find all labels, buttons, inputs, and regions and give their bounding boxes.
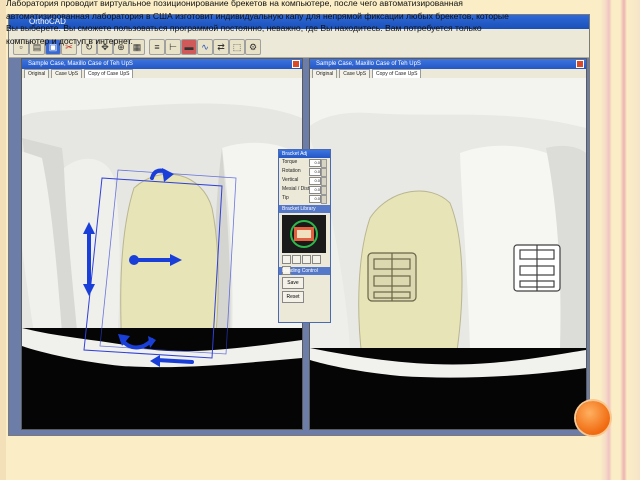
reset-button[interactable]: Reset [282, 291, 304, 303]
viewport-right[interactable]: Sample Case, Maxillo Case of Teh UpS Ori… [309, 58, 587, 430]
mesial-input[interactable]: 0.0 [309, 186, 321, 194]
mesial-row: Mesial / Distal 0.0 [279, 185, 330, 195]
tool-icon[interactable] [312, 255, 321, 264]
vertical-label: Vertical [282, 177, 299, 183]
slide-bullet-icon [576, 401, 610, 435]
torque-input[interactable]: 0.0 [309, 159, 321, 167]
torque-row: Torque 0.0 [279, 158, 330, 168]
close-icon[interactable] [292, 60, 300, 68]
close-icon[interactable] [576, 60, 584, 68]
bracket-adjust-panel: Bracket Adj Torque 0.0 Rotation 0.0 Vertic… [278, 149, 331, 323]
rotation-row: Rotation 0.0 [279, 167, 330, 177]
tooth-scene-right[interactable] [310, 78, 586, 429]
tool-icon[interactable] [282, 255, 291, 264]
decorative-left-stripe [0, 0, 6, 480]
library-icons [279, 255, 330, 275]
rotation-input[interactable]: 0.0 [309, 168, 321, 176]
tip-label: Tip [282, 195, 289, 201]
viewport-title: Sample Case, Maxillo Case of Teh UpS [310, 59, 586, 69]
viewport-tabs: Original Case UpS Copy of Case UpS [310, 69, 586, 79]
slide-text: Лаборатория проводит виртуальное позицио… [6, 0, 606, 47]
vertical-input[interactable]: 0.0 [309, 177, 321, 185]
vertical-row: Vertical 0.0 [279, 176, 330, 186]
save-button[interactable]: Save [282, 277, 304, 289]
tip-input[interactable]: 0.0 [309, 195, 321, 203]
bracket-preview[interactable] [282, 215, 326, 253]
slide-text-line: Вы выберете. Вы сможете пользоваться про… [6, 23, 482, 34]
slide-text-line: Лаборатория проводит виртуальное позицио… [6, 0, 463, 8]
viewport-title: Sample Case, Maxillo Case of Teh UpS [22, 59, 302, 69]
tool-icon[interactable] [302, 255, 311, 264]
library-section-title: Bracket Library [279, 205, 330, 213]
bonding-section-title: Bonding Control [279, 267, 330, 275]
slide-text-line: автоматизированная лаборатория в США изг… [6, 10, 509, 21]
viewport-tabs: Original Case UpS Copy of Case UpS [22, 69, 302, 79]
app-window: OrthoCAD ▫ ▤ ▣ ✂ ↻ ✥ ⊕ ▦ ≡ ⊢ ▬ ∿ ⇄ ⬚ ⚙ S… [8, 14, 590, 436]
rotation-label: Rotation [282, 168, 301, 174]
viewport-left[interactable]: Sample Case, Maxillo Case of Teh UpS Ori… [21, 58, 303, 430]
panel-title: Bracket Adj [279, 150, 330, 158]
torque-label: Torque [282, 159, 298, 165]
tool-icon[interactable] [292, 255, 301, 264]
tip-spinner[interactable] [321, 195, 327, 204]
tooth-scene-left[interactable] [22, 78, 302, 429]
workspace: Sample Case, Maxillo Case of Teh UpS Ori… [9, 58, 589, 435]
tip-row: Tip 0.0 [279, 194, 330, 204]
slide-text-line: компьютер и доступ в интернет. [6, 35, 133, 46]
